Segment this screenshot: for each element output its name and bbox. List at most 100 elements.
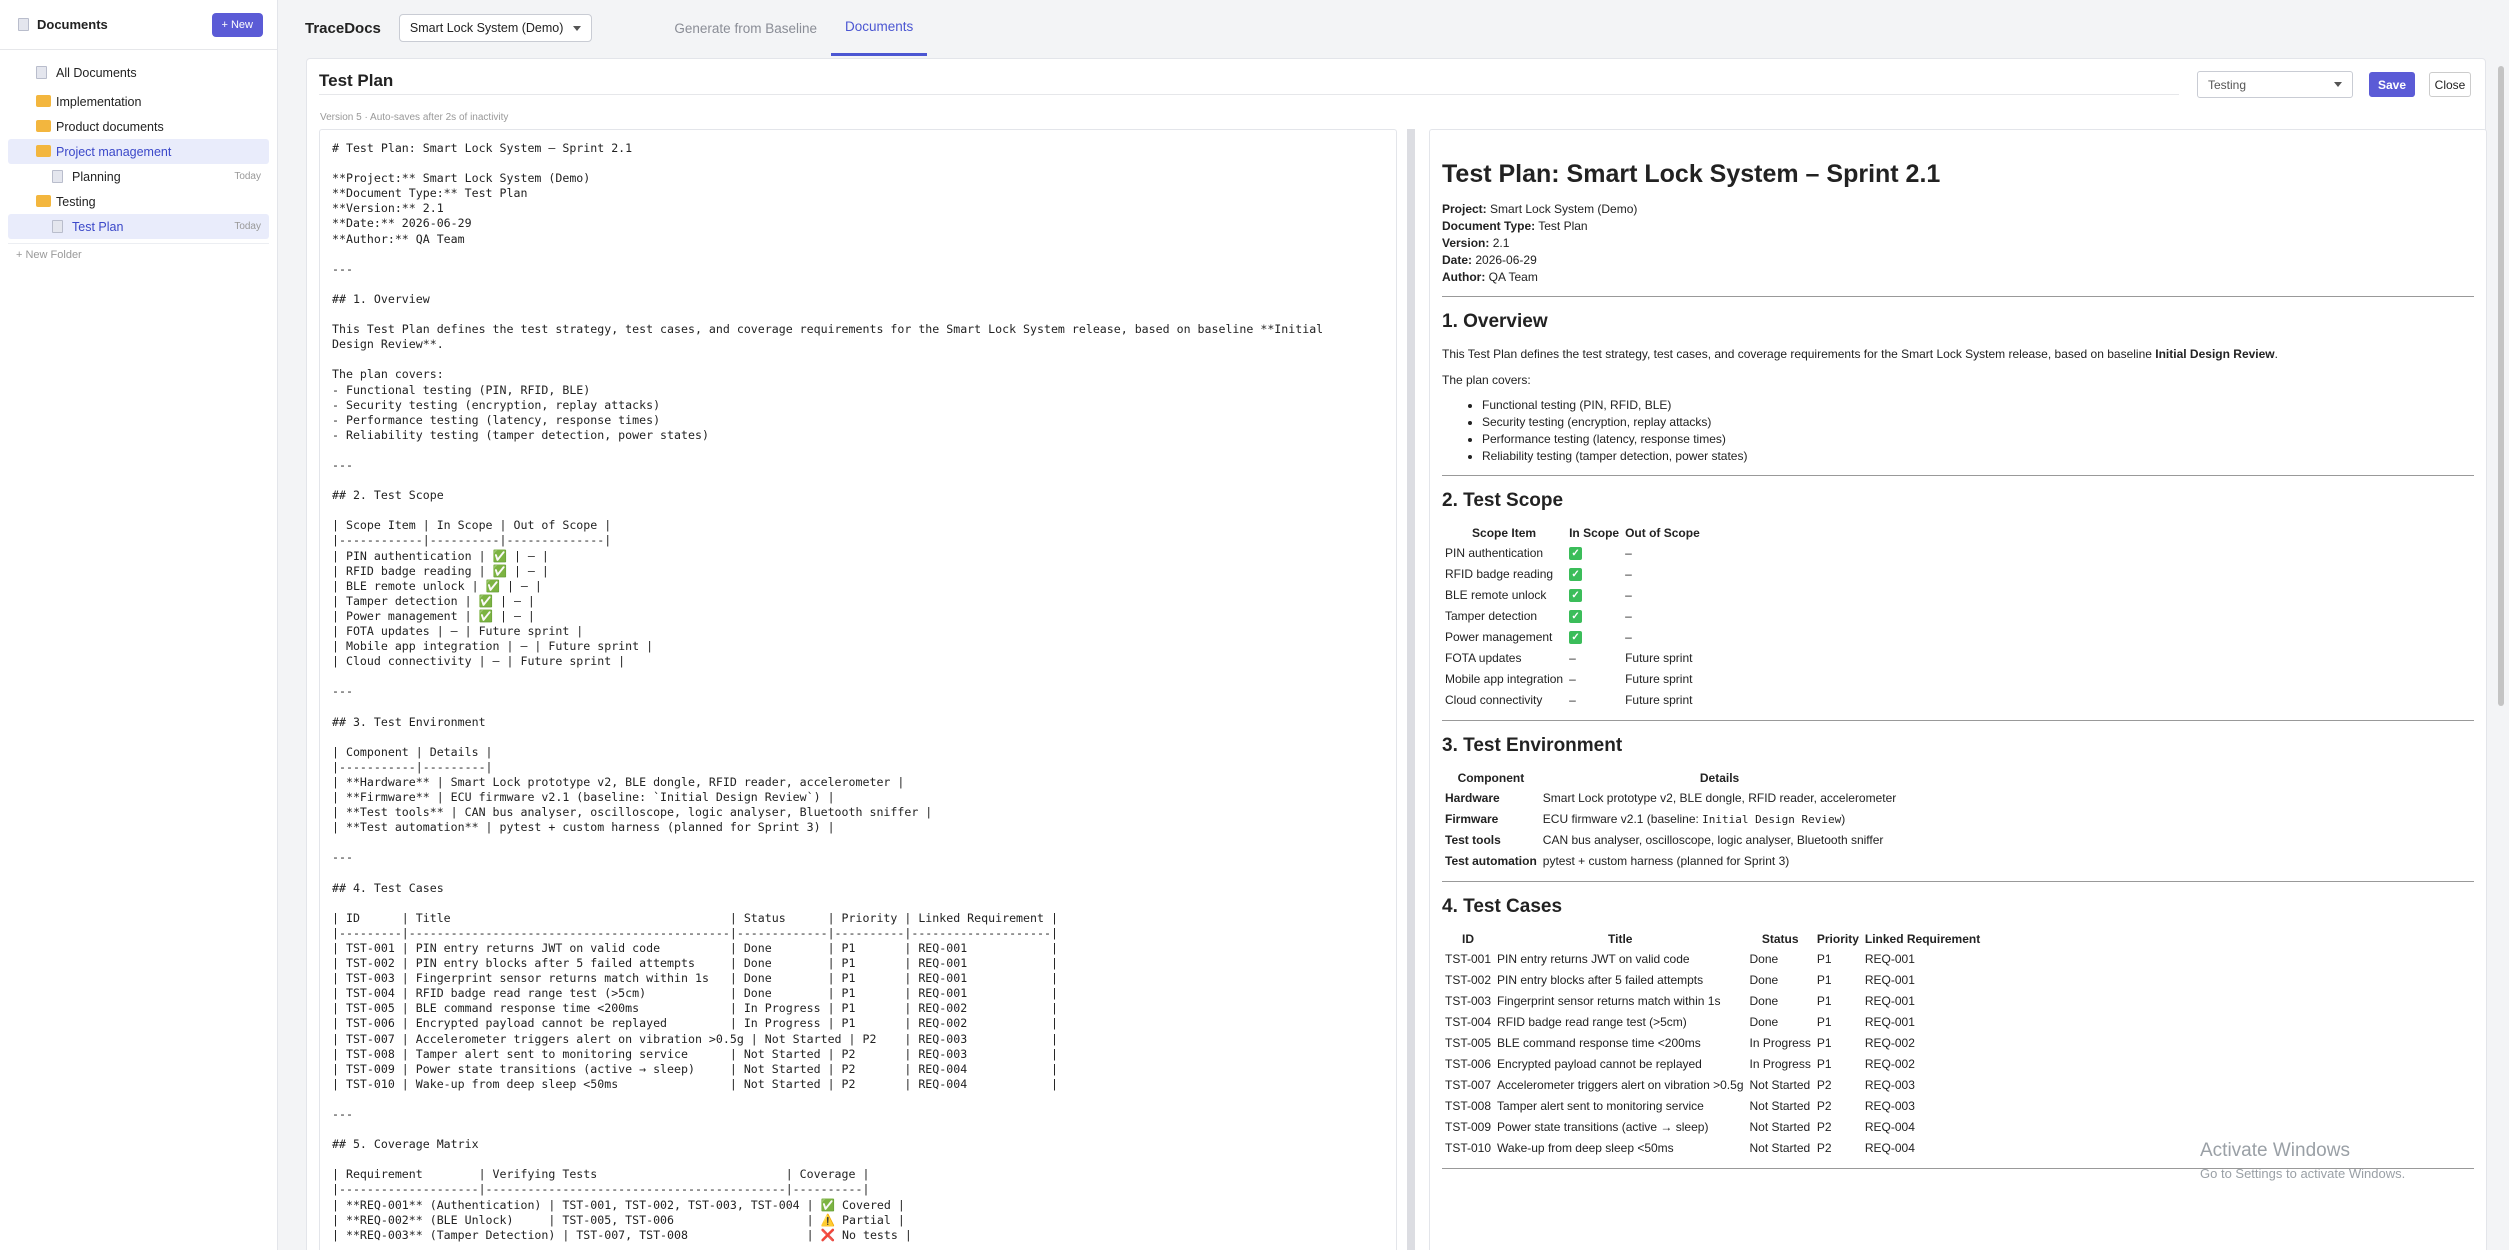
table-row: Mobile app integration – Future sprint bbox=[1442, 668, 1703, 689]
meta-key: Project: bbox=[1442, 202, 1487, 216]
markdown-source[interactable]: # Test Plan: Smart Lock System – Sprint … bbox=[320, 130, 1396, 1250]
meta-value: 2026-06-29 bbox=[1475, 253, 1537, 267]
close-button[interactable]: Close bbox=[2429, 72, 2471, 97]
tab-documents[interactable]: Documents bbox=[830, 0, 928, 56]
table-cell: P1 bbox=[1816, 1056, 1832, 1071]
table-cell: – bbox=[1625, 545, 1632, 560]
sidebar-item-project-management[interactable]: Project management bbox=[8, 139, 269, 164]
sidebar-item-test-plan[interactable]: Test Plan Today bbox=[8, 214, 269, 239]
table-cell: TST-002 bbox=[1445, 972, 1492, 987]
table-cell: Wake-up from deep sleep <50ms bbox=[1497, 1140, 1674, 1155]
table-row: TST-004 RFID badge read range test (>5cm)… bbox=[1442, 1011, 1983, 1032]
sidebar: Documents + New All Documents Implementa… bbox=[0, 0, 278, 1250]
table-cell: Not Started bbox=[1749, 1119, 1811, 1134]
save-button[interactable]: Save bbox=[2369, 72, 2415, 97]
check-icon: ✓ bbox=[1569, 568, 1583, 581]
check-icon: ✓ bbox=[1569, 589, 1583, 602]
table-cell: REQ-001 bbox=[1864, 951, 1915, 966]
page-scrollbar[interactable] bbox=[2493, 58, 2509, 1250]
divider bbox=[1442, 296, 2474, 297]
chevron-down-icon bbox=[2334, 82, 2342, 87]
table-cell: ECU firmware v2.1 (baseline: Initial Des… bbox=[1540, 808, 1900, 829]
scrollbar-thumb[interactable] bbox=[2498, 66, 2504, 706]
table-cell: – bbox=[1569, 692, 1576, 707]
doc-icon bbox=[36, 66, 47, 79]
table-cell: BLE command response time <200ms bbox=[1497, 1035, 1701, 1050]
table-cell: In Progress bbox=[1749, 1056, 1811, 1071]
table-cell: REQ-004 bbox=[1864, 1119, 1915, 1134]
sidebar-item-planning[interactable]: Planning Today bbox=[8, 164, 269, 189]
project-select[interactable]: Smart Lock System (Demo) bbox=[398, 14, 593, 42]
table-cell: ✓ bbox=[1566, 605, 1622, 626]
sidebar-item-implementation[interactable]: Implementation bbox=[8, 89, 269, 114]
section-heading: 4. Test Cases bbox=[1442, 896, 1563, 917]
table-cell: P2 bbox=[1816, 1140, 1832, 1155]
table-cell: REQ-001 bbox=[1864, 1014, 1915, 1029]
table-cell: Hardware bbox=[1442, 787, 1540, 808]
folder-icon bbox=[36, 120, 51, 132]
table-cell: Future sprint bbox=[1625, 692, 1693, 707]
overview-paragraph: This Test Plan defines the test strategy… bbox=[1442, 345, 2474, 363]
component-name: Test automation bbox=[1445, 853, 1537, 868]
sidebar-header: Documents + New bbox=[0, 0, 277, 50]
new-button[interactable]: + New bbox=[211, 12, 263, 37]
table-cell: Done bbox=[1749, 972, 1779, 987]
item-date: Today bbox=[234, 221, 261, 232]
table-row: TST-002 PIN entry blocks after 5 failed a… bbox=[1442, 969, 1983, 990]
list-item: Functional testing (PIN, RFID, BLE) bbox=[1482, 397, 2474, 414]
table-cell: ✓ bbox=[1566, 584, 1622, 605]
table-row: BLE remote unlock ✓ – bbox=[1442, 584, 1703, 605]
table-cell: RFID badge read range test (>5cm) bbox=[1497, 1014, 1687, 1029]
table-cell: Test tools bbox=[1442, 829, 1540, 850]
table-cell: – bbox=[1625, 587, 1632, 602]
table-cell: FOTA updates bbox=[1445, 650, 1522, 665]
table-cell: PIN authentication bbox=[1445, 545, 1544, 560]
detail-text: CAN bus analyser, oscilloscope, logic an… bbox=[1542, 832, 1884, 847]
table-cell: – bbox=[1569, 650, 1576, 665]
markdown-editor[interactable]: # Test Plan: Smart Lock System – Sprint … bbox=[319, 129, 1397, 1250]
meta-value: Test Plan bbox=[1538, 219, 1588, 233]
sidebar-item-all-documents[interactable]: All Documents bbox=[8, 60, 269, 85]
section-heading: 1. Overview bbox=[1442, 311, 1548, 332]
windows-activation-watermark: Activate Windows Go to Settings to activ… bbox=[2200, 1140, 2405, 1181]
folder-tree: All Documents Implementation Product doc… bbox=[0, 50, 277, 265]
status-select[interactable]: Testing bbox=[2197, 71, 2353, 98]
tab-generate-from-baseline[interactable]: Generate from Baseline bbox=[660, 0, 831, 56]
table-cell: pytest + custom harness (planned for Spr… bbox=[1540, 850, 1900, 871]
table-cell: REQ-001 bbox=[1864, 972, 1915, 987]
chevron-down-icon bbox=[573, 25, 582, 31]
table-cell: Mobile app integration bbox=[1445, 671, 1564, 686]
new-folder-button[interactable]: + New Folder bbox=[8, 243, 269, 265]
table-header-row: Component Details bbox=[1442, 769, 1899, 787]
meta-key: Author: bbox=[1442, 270, 1486, 284]
table-cell: P1 bbox=[1816, 1035, 1832, 1050]
detail-text: ECU firmware v2.1 (baseline: bbox=[1542, 811, 1703, 826]
table-cell: Not Started bbox=[1749, 1077, 1811, 1092]
check-icon: ✓ bbox=[1569, 610, 1583, 623]
document-title[interactable]: Test Plan bbox=[319, 67, 2179, 95]
meta-value: Smart Lock System (Demo) bbox=[1490, 202, 1638, 216]
table-cell: – bbox=[1569, 671, 1576, 686]
table-cell: Cloud connectivity bbox=[1445, 692, 1543, 707]
table-cell: Done bbox=[1749, 1014, 1779, 1029]
overview-text-end: . bbox=[2274, 347, 2278, 361]
plan-covers-text: The plan covers: bbox=[1442, 373, 1531, 387]
sidebar-item-label: Implementation bbox=[56, 94, 142, 109]
split-resize-handle[interactable] bbox=[1407, 129, 1415, 1250]
table-cell: TST-001 bbox=[1445, 951, 1492, 966]
component-name: Test tools bbox=[1445, 832, 1501, 847]
table-cell: REQ-004 bbox=[1864, 1140, 1915, 1155]
table-cell: REQ-001 bbox=[1864, 993, 1915, 1008]
sidebar-item-testing[interactable]: Testing bbox=[8, 189, 269, 214]
column-header: Status bbox=[1761, 932, 1799, 946]
table-cell: Future sprint bbox=[1625, 671, 1693, 686]
table-cell: Power state transitions (active → sleep) bbox=[1497, 1119, 1709, 1134]
table-row: Cloud connectivity – Future sprint bbox=[1442, 689, 1703, 710]
top-bar: TraceDocs Smart Lock System (Demo) Gener… bbox=[279, 0, 2509, 56]
sidebar-item-product-documents[interactable]: Product documents bbox=[8, 114, 269, 139]
item-date: Today bbox=[234, 171, 261, 182]
status-select-value: Testing bbox=[2208, 77, 2247, 92]
table-cell: RFID badge reading bbox=[1445, 566, 1554, 581]
column-header: ID bbox=[1462, 932, 1475, 946]
table-cell: TST-010 bbox=[1445, 1140, 1492, 1155]
